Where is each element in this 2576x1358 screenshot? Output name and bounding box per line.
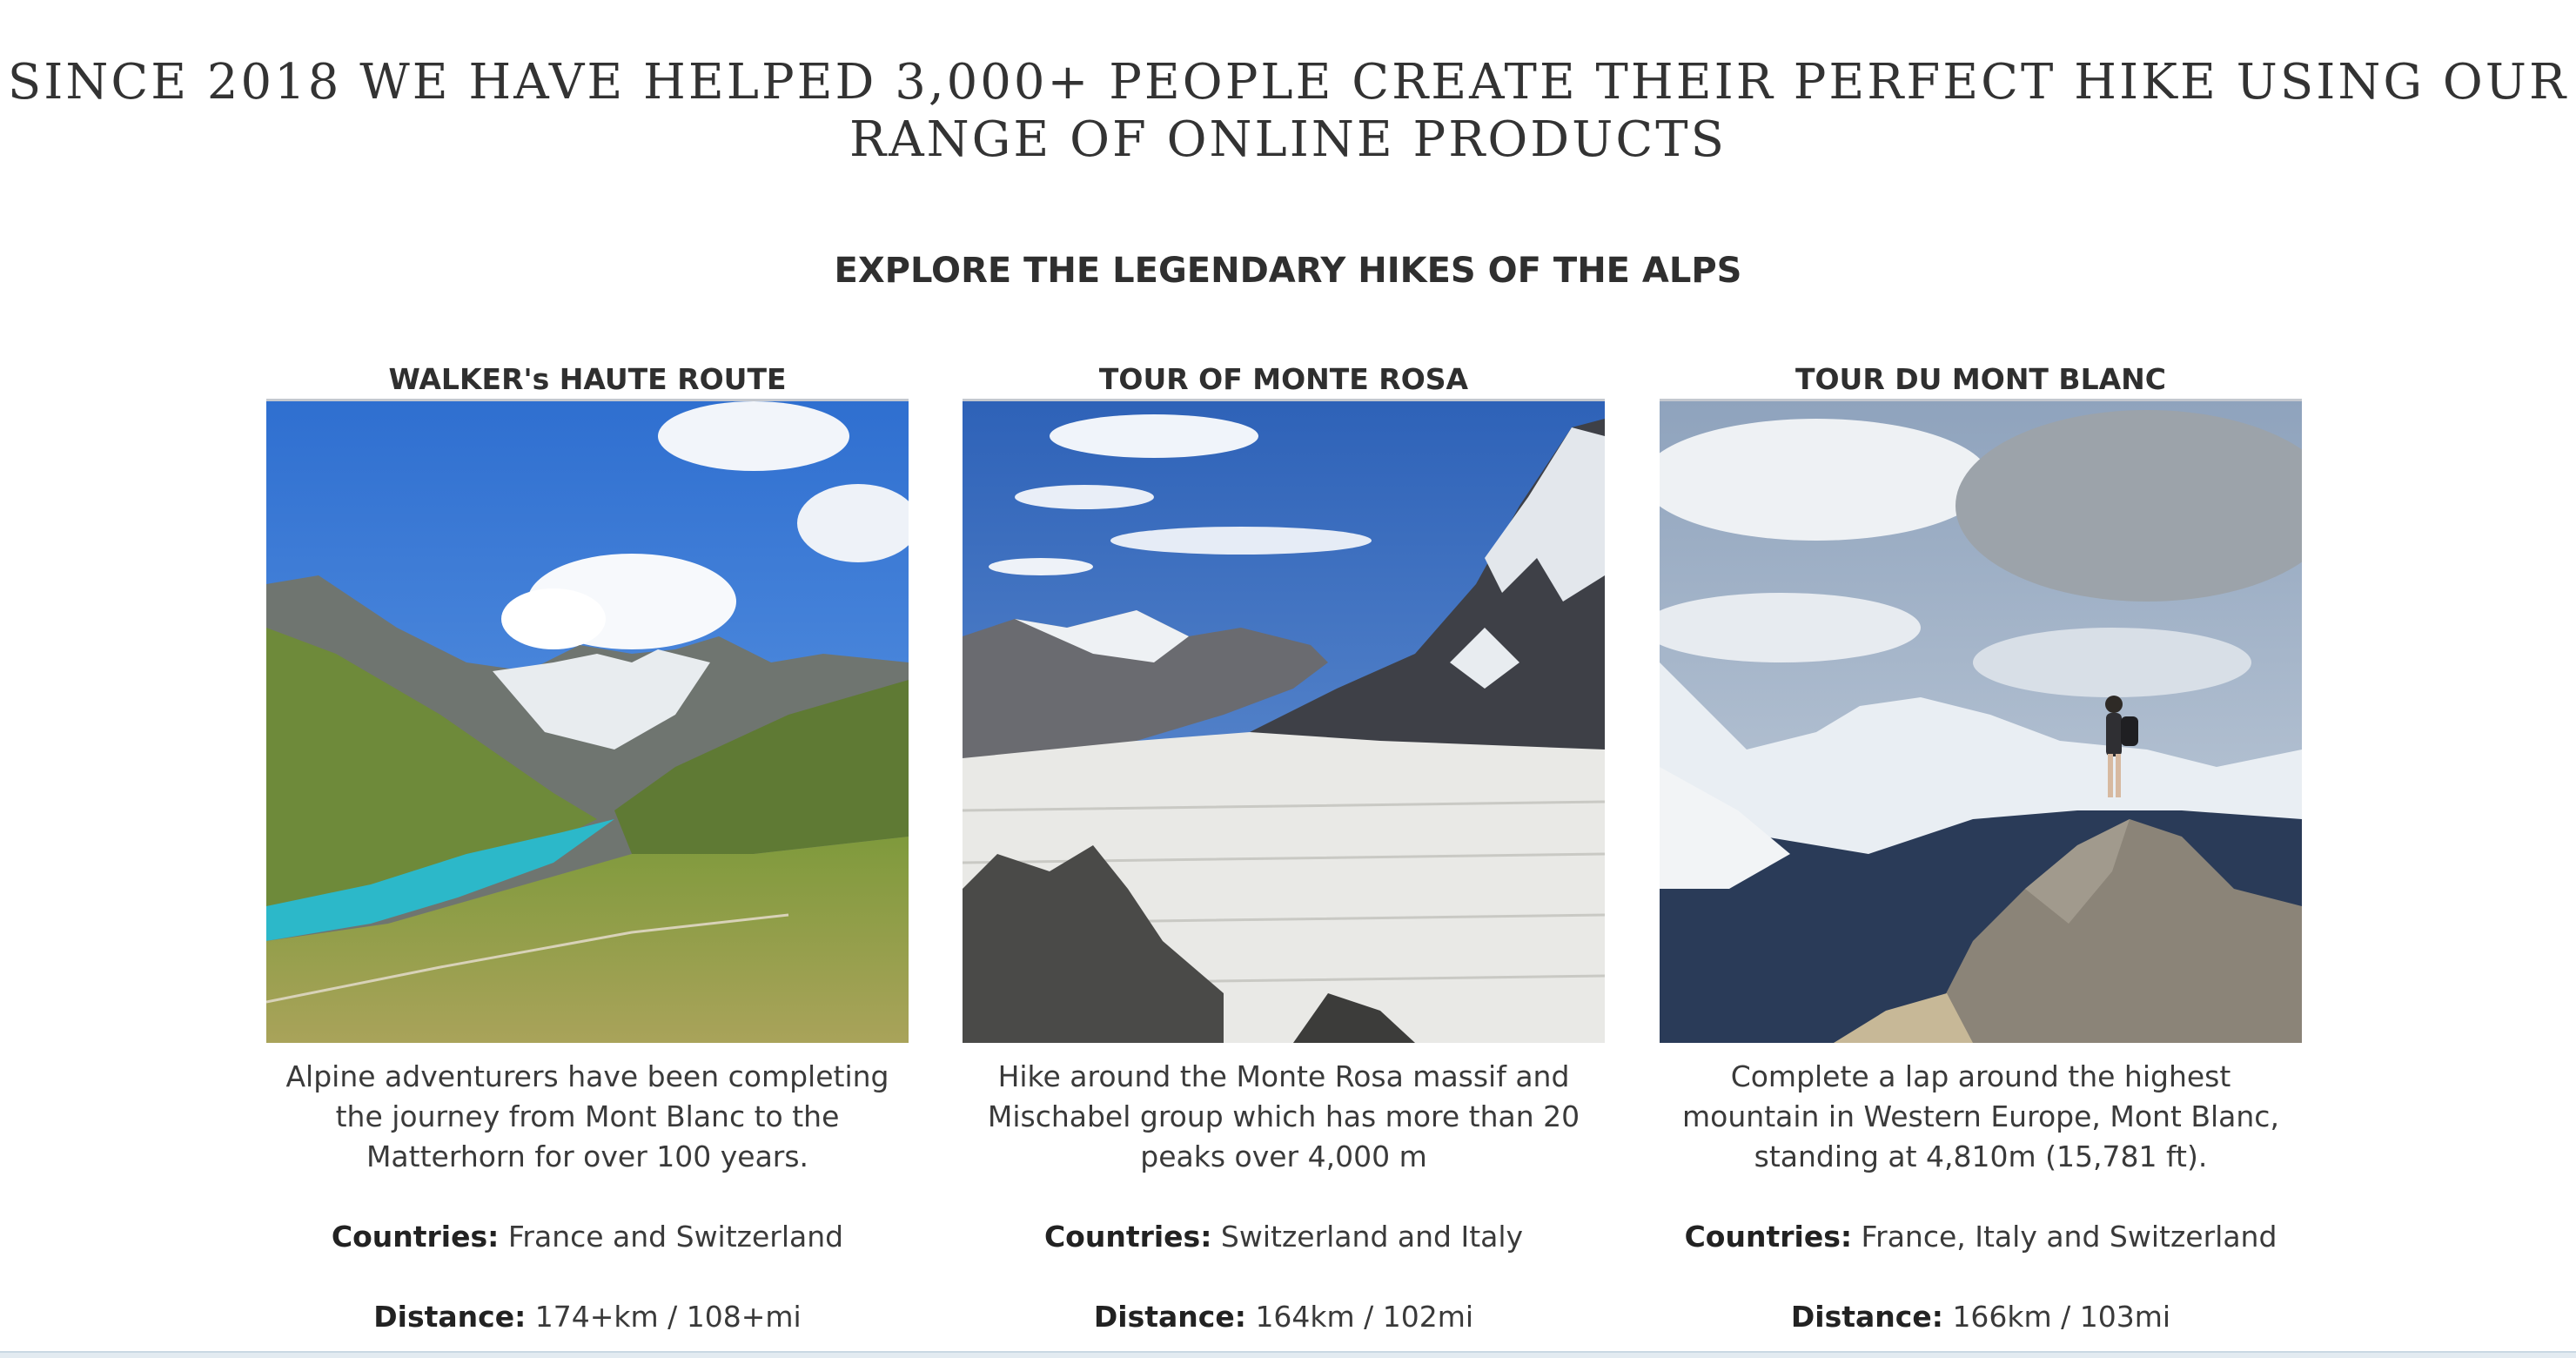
bottom-divider bbox=[0, 1351, 2576, 1358]
countries-value: France and Switzerland bbox=[507, 1220, 844, 1254]
distance-label: Distance: bbox=[1093, 1300, 1246, 1334]
hero-title: SINCE 2018 WE HAVE HELPED 3,000+ PEOPLE … bbox=[0, 54, 2576, 169]
page: SINCE 2018 WE HAVE HELPED 3,000+ PEOPLE … bbox=[0, 0, 2576, 1358]
hike-card-tour-of-monte-rosa: TOUR OF MONTE ROSA Hike around the Monte… bbox=[963, 360, 1605, 1337]
card-image-mont-blanc[interactable] bbox=[1660, 401, 2302, 1043]
mont-blanc-hiker-photo bbox=[1660, 401, 2302, 1043]
card-countries: Countries: France and Switzerland bbox=[266, 1217, 909, 1257]
card-title[interactable]: TOUR DU MONT BLANC bbox=[1660, 360, 2302, 401]
card-distance: Distance: 166km / 103mi bbox=[1660, 1297, 2302, 1337]
countries-label: Countries: bbox=[1043, 1220, 1212, 1254]
distance-label: Distance: bbox=[373, 1300, 527, 1334]
countries-value: Switzerland and Italy bbox=[1220, 1220, 1524, 1254]
hike-card-tour-du-mont-blanc: TOUR DU MONT BLANC Complete a lap around… bbox=[1660, 360, 2302, 1337]
distance-value: 166km / 103mi bbox=[1952, 1300, 2171, 1334]
card-description: Hike around the Monte Rosa massif and Mi… bbox=[987, 1059, 1580, 1173]
section-title: EXPLORE THE LEGENDARY HIKES OF THE ALPS bbox=[834, 251, 1742, 291]
card-countries: Countries: France, Italy and Switzerland bbox=[1660, 1217, 2302, 1257]
countries-label: Countries: bbox=[331, 1220, 500, 1254]
hike-card-walkers-haute-route: WALKER's HAUTE ROUTE Alpine adventurers … bbox=[266, 360, 909, 1337]
card-description: Complete a lap around the highest mounta… bbox=[1682, 1059, 2279, 1173]
glacier-photo bbox=[963, 401, 1605, 1043]
distance-label: Distance: bbox=[1790, 1300, 1943, 1334]
distance-value: 164km / 102mi bbox=[1255, 1300, 1474, 1334]
card-description: Alpine adventurers have been completing … bbox=[285, 1059, 889, 1173]
card-image-haute-route[interactable] bbox=[266, 401, 909, 1043]
card-countries: Countries: Switzerland and Italy bbox=[963, 1217, 1605, 1257]
hero-title-line-2: RANGE OF ONLINE PRODUCTS bbox=[849, 111, 1727, 168]
card-image-monte-rosa[interactable] bbox=[963, 401, 1605, 1043]
alpine-lake-photo bbox=[266, 401, 909, 1043]
card-title[interactable]: TOUR OF MONTE ROSA bbox=[963, 360, 1605, 401]
card-distance: Distance: 164km / 102mi bbox=[963, 1297, 1605, 1337]
card-title[interactable]: WALKER's HAUTE ROUTE bbox=[266, 360, 909, 401]
distance-value: 174+km / 108+mi bbox=[534, 1300, 802, 1334]
hero-title-line-1: SINCE 2018 WE HAVE HELPED 3,000+ PEOPLE … bbox=[7, 54, 2569, 111]
card-distance: Distance: 174+km / 108+mi bbox=[266, 1297, 909, 1337]
countries-value: France, Italy and Switzerland bbox=[1861, 1220, 2277, 1254]
countries-label: Countries: bbox=[1684, 1220, 1853, 1254]
